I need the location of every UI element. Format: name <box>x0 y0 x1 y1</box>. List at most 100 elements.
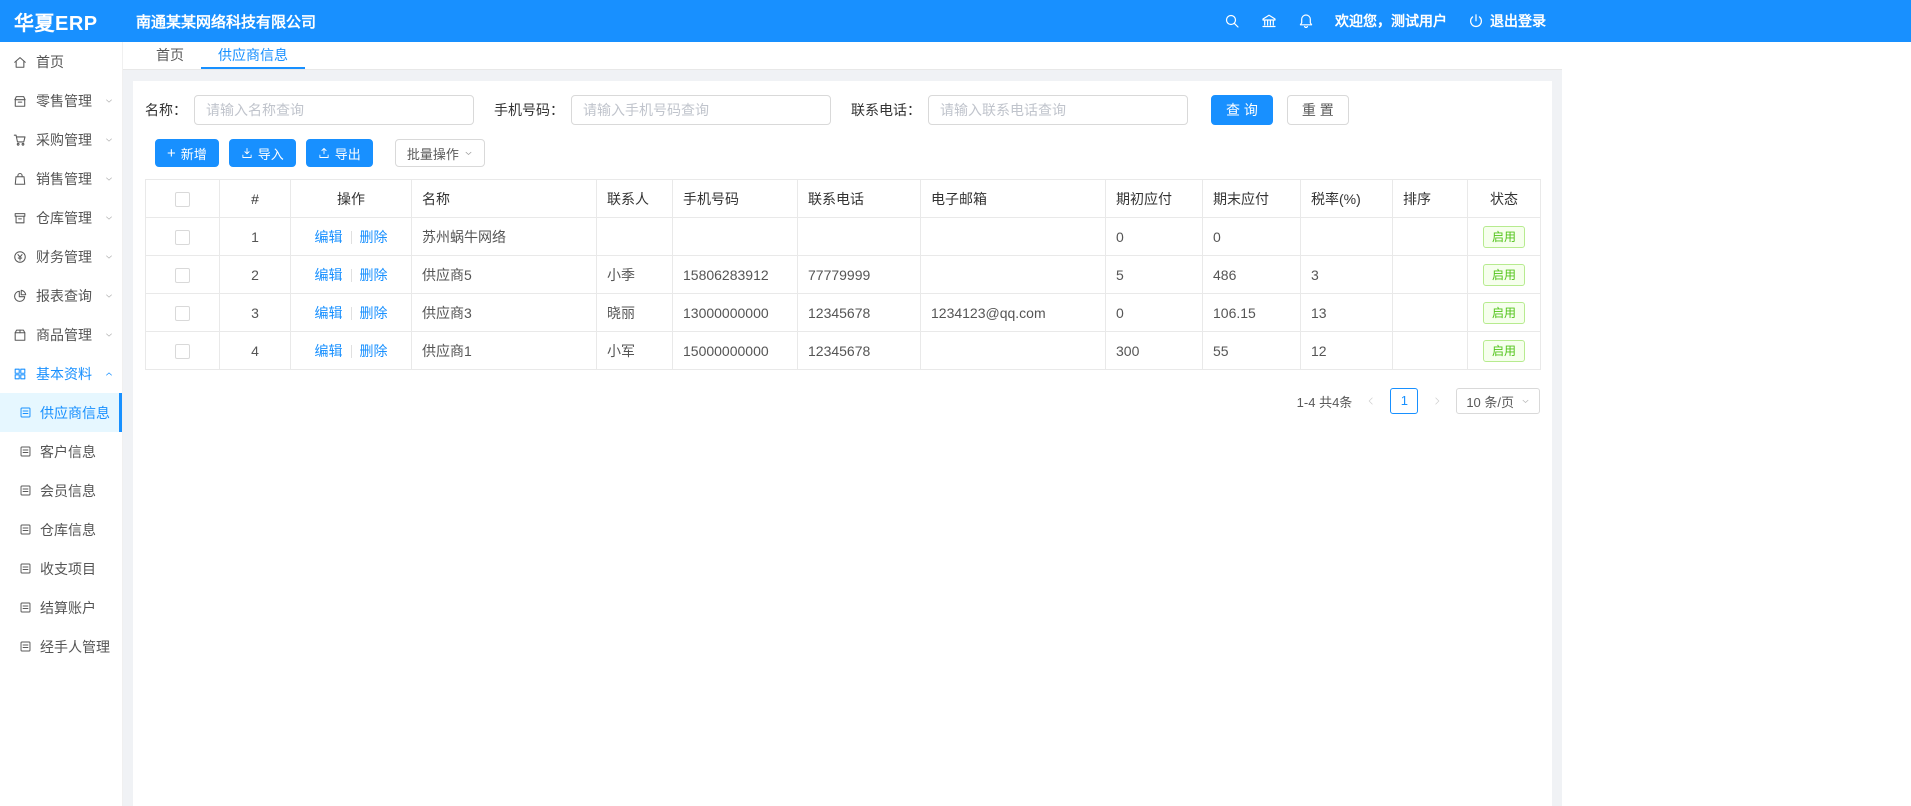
next-page-button[interactable] <box>1427 388 1447 414</box>
mobile-filter-input[interactable] <box>571 95 831 125</box>
edit-link[interactable]: 编辑 <box>315 305 343 321</box>
reset-button[interactable]: 重 置 <box>1287 95 1349 125</box>
cell-contact <box>597 218 673 256</box>
sidebar-item-reports[interactable]: 报表查询 <box>0 276 122 315</box>
sidebar-subitem-warehouse-info[interactable]: 仓库信息 <box>0 510 122 549</box>
cell-phone <box>798 218 921 256</box>
top-header: 华夏ERP 南通某某网络科技有限公司 欢迎您，测试用户 退出登录 <box>0 0 1911 42</box>
cell-status: 启用 <box>1468 294 1541 332</box>
row-checkbox[interactable] <box>175 268 190 283</box>
cell-index: 2 <box>220 256 291 294</box>
sidebar-subitem-member-info[interactable]: 会员信息 <box>0 471 122 510</box>
sidebar-subitem-handler-management[interactable]: 经手人管理 <box>0 627 122 666</box>
chevron-down-icon <box>104 213 114 223</box>
shopping-bag-icon <box>13 172 27 186</box>
cell-name: 供应商1 <box>412 332 597 370</box>
row-checkbox[interactable] <box>175 306 190 321</box>
cart-icon <box>13 133 27 147</box>
shop-icon <box>13 94 27 108</box>
sidebar-subitem-settlement-account[interactable]: 结算账户 <box>0 588 122 627</box>
page-size-select[interactable]: 10 条/页 <box>1456 388 1540 414</box>
sidebar-subitem-customer-info[interactable]: 客户信息 <box>0 432 122 471</box>
cell-mobile: 15806283912 <box>673 256 798 294</box>
header-actions: 欢迎您，测试用户 退出登录 <box>1224 11 1562 31</box>
cell-status: 启用 <box>1468 256 1541 294</box>
export-button[interactable]: 导出 <box>306 139 373 167</box>
sidebar-item-goods[interactable]: 商品管理 <box>0 315 122 354</box>
tab-home[interactable]: 首页 <box>139 42 201 69</box>
cell-tax-rate: 12 <box>1301 332 1393 370</box>
col-header-tax-rate: 税率(%) <box>1301 180 1393 218</box>
bank-icon[interactable] <box>1261 13 1277 29</box>
delete-link[interactable]: 删除 <box>360 305 388 321</box>
sidebar-item-home[interactable]: 首页 <box>0 42 122 81</box>
col-header-end-payable: 期末应付 <box>1203 180 1301 218</box>
app-window: 华夏ERP 南通某某网络科技有限公司 欢迎您，测试用户 退出登录 <box>0 0 1911 806</box>
sidebar-item-sales[interactable]: 销售管理 <box>0 159 122 198</box>
tab-bar: 首页 供应商信息 <box>123 42 1562 70</box>
sidebar-item-label: 商品管理 <box>36 325 92 345</box>
divider <box>351 269 352 282</box>
sidebar-item-basic-data[interactable]: 基本资料 <box>0 354 122 393</box>
cell-phone: 77779999 <box>798 256 921 294</box>
sidebar-subitem-label: 供应商信息 <box>40 403 110 423</box>
table-row: 4 编辑删除 供应商1 小军 15000000000 12345678 300 <box>146 332 1541 370</box>
delete-link[interactable]: 删除 <box>360 343 388 359</box>
add-button[interactable]: + 新增 <box>155 139 219 167</box>
batch-actions-button[interactable]: 批量操作 <box>395 139 485 167</box>
name-filter-input[interactable] <box>194 95 474 125</box>
divider <box>351 307 352 320</box>
sidebar-item-warehouse[interactable]: 仓库管理 <box>0 198 122 237</box>
mobile-filter-label: 手机号码： <box>494 100 564 120</box>
delete-link[interactable]: 删除 <box>360 229 388 245</box>
phone-filter-input[interactable] <box>928 95 1188 125</box>
cell-actions: 编辑 删除 <box>291 218 412 256</box>
select-all-checkbox[interactable] <box>175 192 190 207</box>
status-badge: 启用 <box>1483 302 1525 324</box>
chevron-down-icon <box>104 96 114 106</box>
col-header-status: 状态 <box>1468 180 1541 218</box>
search-button[interactable]: 查 询 <box>1211 95 1273 125</box>
file-icon <box>19 406 32 419</box>
sidebar-item-label: 零售管理 <box>36 91 92 111</box>
add-button-label: 新增 <box>181 144 207 163</box>
sidebar-item-retail[interactable]: 零售管理 <box>0 81 122 120</box>
edit-link[interactable]: 编辑 <box>315 267 343 283</box>
cell-email <box>921 218 1106 256</box>
prev-page-button[interactable] <box>1361 388 1381 414</box>
pie-chart-icon <box>13 289 27 303</box>
cell-index: 4 <box>220 332 291 370</box>
row-checkbox[interactable] <box>175 344 190 359</box>
col-header-contact: 联系人 <box>597 180 673 218</box>
sidebar-subitem-label: 仓库信息 <box>40 520 96 540</box>
file-icon <box>19 445 32 458</box>
sidebar-item-finance[interactable]: 财务管理 <box>0 237 122 276</box>
sidebar-subitem-supplier-info[interactable]: 供应商信息 <box>0 393 122 432</box>
cell-email <box>921 256 1106 294</box>
edit-link[interactable]: 编辑 <box>315 229 343 245</box>
cell-begin-payable: 0 <box>1106 218 1203 256</box>
cell-name: 苏州蜗牛网络 <box>412 218 597 256</box>
page-number-button[interactable]: 1 <box>1390 388 1418 414</box>
delete-link[interactable]: 删除 <box>360 267 388 283</box>
chevron-down-icon <box>104 135 114 145</box>
status-badge: 启用 <box>1483 340 1525 362</box>
toolbar: + 新增 导入 导出 批量操作 <box>145 139 1540 167</box>
cell-end-payable: 486 <box>1203 256 1301 294</box>
cell-end-payable: 0 <box>1203 218 1301 256</box>
bell-icon[interactable] <box>1298 13 1314 29</box>
cell-sort <box>1393 256 1468 294</box>
export-icon <box>318 147 330 159</box>
edit-link[interactable]: 编辑 <box>315 343 343 359</box>
tab-supplier-info[interactable]: 供应商信息 <box>201 42 305 69</box>
file-icon <box>19 523 32 536</box>
sidebar-item-purchase[interactable]: 采购管理 <box>0 120 122 159</box>
import-button[interactable]: 导入 <box>229 139 296 167</box>
row-checkbox[interactable] <box>175 230 190 245</box>
cell-sort <box>1393 294 1468 332</box>
logout-button[interactable]: 退出登录 <box>1468 11 1546 31</box>
sidebar-subitem-income-expense[interactable]: 收支项目 <box>0 549 122 588</box>
batch-actions-label: 批量操作 <box>407 144 459 163</box>
search-icon[interactable] <box>1224 13 1240 29</box>
app-logo: 华夏ERP <box>0 7 123 36</box>
